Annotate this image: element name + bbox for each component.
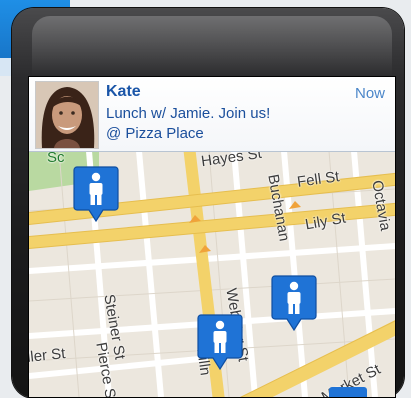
notification-place-link[interactable]: @ Pizza Place bbox=[106, 125, 204, 142]
notification-sender: Kate bbox=[106, 83, 141, 100]
person-pin-icon[interactable] bbox=[73, 165, 119, 223]
person-pin-icon[interactable] bbox=[197, 313, 243, 371]
notification-time: Now bbox=[354, 85, 385, 102]
map-view[interactable]: Sc Hayes St Fell St Lily St Steiner St P… bbox=[29, 140, 395, 397]
person-pin-icon[interactable] bbox=[271, 274, 317, 332]
notification-card[interactable]: Kate Now Lunch w/ Jamie. Join us! @ Pizz… bbox=[29, 77, 395, 152]
person-pin-icon-partial[interactable] bbox=[329, 387, 367, 397]
avatar-photo bbox=[36, 82, 98, 148]
phone-glare bbox=[32, 16, 392, 76]
notification-message: Lunch w/ Jamie. Join us! bbox=[106, 105, 271, 122]
phone-screen: Sc Hayes St Fell St Lily St Steiner St P… bbox=[28, 76, 396, 398]
avatar bbox=[35, 81, 99, 149]
